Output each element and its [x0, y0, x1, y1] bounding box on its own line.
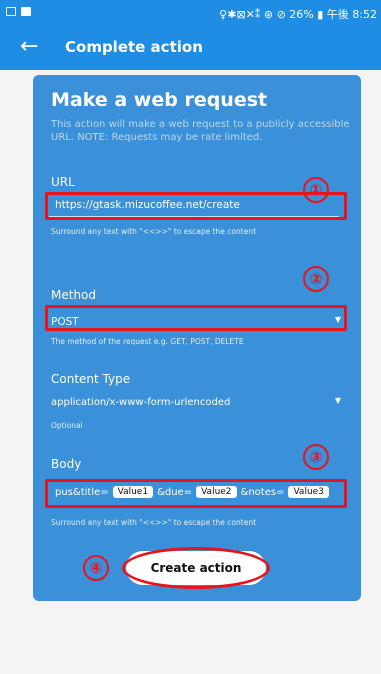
body-input[interactable]: pus&title= Value1 &due= Value2 &notes= V… [49, 480, 341, 504]
marker-3: ③ [303, 444, 329, 470]
body-text-part: &due= [157, 486, 193, 498]
create-action-button[interactable]: Create action [126, 551, 266, 585]
body-hint: Surround any text with "<<>>" to escape … [51, 518, 257, 527]
method-hint: The method of the request e.g. GET, POST… [51, 337, 244, 346]
content-type-value: application/x-www-form-urlencoded [51, 397, 231, 408]
page-title: Complete action [65, 38, 203, 56]
body-label: Body [51, 457, 82, 471]
status-icons-left [6, 7, 31, 16]
chevron-down-icon: ▼ [334, 396, 341, 405]
web-request-card: Make a web request This action will make… [33, 75, 361, 601]
content-type-label: Content Type [51, 372, 131, 386]
picture-notification-icon [6, 7, 16, 16]
chevron-down-icon: ▼ [334, 315, 341, 324]
app-bar: ← Complete action [0, 26, 381, 70]
body-text-part: pus&title= [55, 486, 109, 498]
url-label: URL [51, 175, 75, 189]
status-bar: ♀✱⊠✕⁑ ⊛ ⊘ 26% ▮ 午後 8:52 [0, 0, 381, 26]
method-value: POST [51, 316, 79, 328]
document-notification-icon [21, 7, 31, 16]
back-arrow-icon[interactable]: ← [20, 34, 38, 60]
marker-4: ④ [83, 555, 109, 581]
method-select[interactable]: POST ▼ [49, 312, 343, 332]
ingredient-chip[interactable]: Value2 [196, 486, 237, 498]
url-hint: Surround any text with "<<>>" to escape … [51, 227, 257, 236]
status-right-text: ♀✱⊠✕⁑ ⊛ ⊘ 26% ▮ 午後 8:52 [219, 8, 377, 21]
card-title: Make a web request [51, 89, 268, 111]
method-label: Method [51, 288, 97, 302]
marker-2: ② [303, 266, 329, 292]
ingredient-chip[interactable]: Value1 [112, 486, 154, 498]
content-type-hint: Optional [51, 421, 83, 430]
marker-1: ① [303, 177, 329, 203]
body-text-part: &notes= [240, 486, 285, 498]
url-input[interactable]: https://gtask.mizucoffee.net/create [49, 195, 339, 217]
ingredient-chip[interactable]: Value3 [288, 486, 329, 498]
content-type-select[interactable]: application/x-www-form-urlencoded ▼ [49, 393, 343, 413]
card-description: This action will make a web request to a… [51, 119, 350, 143]
